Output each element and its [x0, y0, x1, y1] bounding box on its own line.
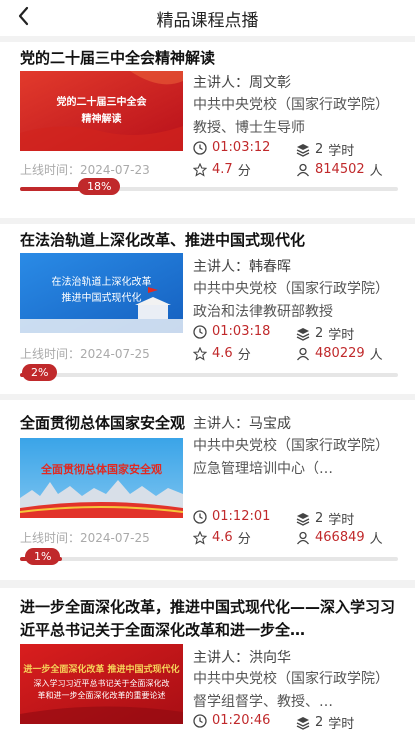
duration: 01:20:46: [193, 713, 270, 728]
course-title[interactable]: 党的二十届三中全会精神解读: [20, 47, 401, 70]
clock-icon: [193, 713, 207, 728]
lecturer: 主讲人：洪向华: [193, 650, 291, 666]
star-icon: [193, 530, 207, 545]
learner-count: 480229 人: [296, 344, 383, 363]
rating: 4.7 分: [193, 160, 251, 179]
progress-bar: 2%: [20, 364, 398, 381]
lecturer-org: 中共中央党校（国家行政学院）政治和法律教研部教授: [193, 281, 389, 320]
duration: 01:12:01: [193, 509, 270, 524]
course-title[interactable]: 在法治轨道上深化改革、推进中国式现代化: [20, 229, 401, 252]
clock-icon: [193, 509, 207, 524]
thumbnail-text: 精神解读: [81, 114, 122, 125]
clock-icon: [193, 324, 207, 339]
course-thumbnail[interactable]: 党的二十届三中全会 精神解读: [20, 71, 183, 151]
course-card[interactable]: 党的二十届三中全会精神解读 党的二十届三中全会 精神解读 主讲人：周文彰 中共中…: [0, 42, 415, 218]
course-title[interactable]: 进一步全面深化改革，推进中国式现代化——深入学习习近平总书记关于全面深化改革和进…: [20, 596, 401, 642]
thumbnail-text: 进一步全面深化改革 推进中国式现代化: [23, 665, 180, 675]
layers-icon: [296, 327, 310, 341]
person-icon: [296, 163, 310, 176]
course-thumbnail[interactable]: 在法治轨道上深化改革 推进中国式现代化: [20, 253, 183, 333]
course-card[interactable]: 全面贯彻总体国家安全观 全面贯彻总体国家安全观 主讲人：马宝成 中共中央党校（国…: [0, 400, 415, 580]
learner-count: 814502 人: [296, 160, 383, 179]
lecturer: 主讲人：周文彰: [193, 75, 291, 91]
course-card[interactable]: 在法治轨道上深化改革、推进中国式现代化 在法治轨道上深化改革 推进中国式现代化 …: [0, 224, 415, 394]
progress-bar: 1%: [20, 548, 398, 565]
learner-count: 466849 人: [296, 528, 383, 547]
progress-badge: 1%: [25, 548, 61, 565]
thumbnail-text: 党的二十届三中全会: [56, 97, 147, 108]
progress-badge: 2%: [22, 364, 58, 381]
lecturer: 主讲人：马宝成: [193, 416, 291, 432]
thumbnail-text: 在法治轨道上深化改革: [51, 277, 152, 288]
star-icon: [193, 162, 207, 177]
online-time: 上线时间：2024-07-25: [20, 347, 150, 361]
online-time: 上线时间：2024-07-25: [20, 531, 150, 545]
person-icon: [296, 347, 310, 360]
course-card[interactable]: 进一步全面深化改革，推进中国式现代化——深入学习习近平总书记关于全面深化改革和进…: [0, 588, 415, 731]
study-hours: 2 学时: [296, 713, 354, 731]
thumbnail-text: 推进中国式现代化: [61, 293, 142, 304]
online-time: 上线时间：2024-07-23: [20, 163, 150, 177]
duration: 01:03:12: [193, 140, 270, 155]
layers-icon: [296, 143, 310, 157]
page-title: 精品课程点播: [156, 11, 259, 31]
lecturer: 主讲人：韩春晖: [193, 259, 291, 275]
study-hours: 2 学时: [296, 324, 354, 343]
thumbnail-text: 深入学习习近平总书记关于全面深化改革和进一步全面深化改革的重要论述: [33, 679, 170, 700]
course-thumbnail[interactable]: 全面贯彻总体国家安全观: [20, 438, 183, 518]
duration: 01:03:18: [193, 324, 270, 339]
clock-icon: [193, 140, 207, 155]
rating: 4.6 分: [193, 528, 251, 547]
study-hours: 2 学时: [296, 140, 354, 159]
person-icon: [296, 531, 310, 544]
thumbnail-text: 全面贯彻总体国家安全观: [41, 463, 162, 476]
layers-icon: [296, 512, 310, 526]
lecturer-org: 中共中央党校（国家行政学院）应急管理培训中心（…: [193, 438, 389, 477]
progress-bar: 18%: [20, 178, 398, 195]
rating: 4.6 分: [193, 344, 251, 363]
progress-badge: 18%: [78, 178, 121, 195]
lecturer-org: 中共中央党校（国家行政学院）督学组督学、教授、…: [193, 671, 389, 710]
top-bar: 精品课程点播: [0, 0, 415, 36]
course-thumbnail[interactable]: 进一步全面深化改革 推进中国式现代化 深入学习习近平总书记关于全面深化改革和进一…: [20, 644, 183, 724]
layers-icon: [296, 716, 310, 730]
lecturer-org: 中共中央党校（国家行政学院）教授、博士生导师: [193, 97, 389, 136]
study-hours: 2 学时: [296, 509, 354, 528]
star-icon: [193, 346, 207, 361]
